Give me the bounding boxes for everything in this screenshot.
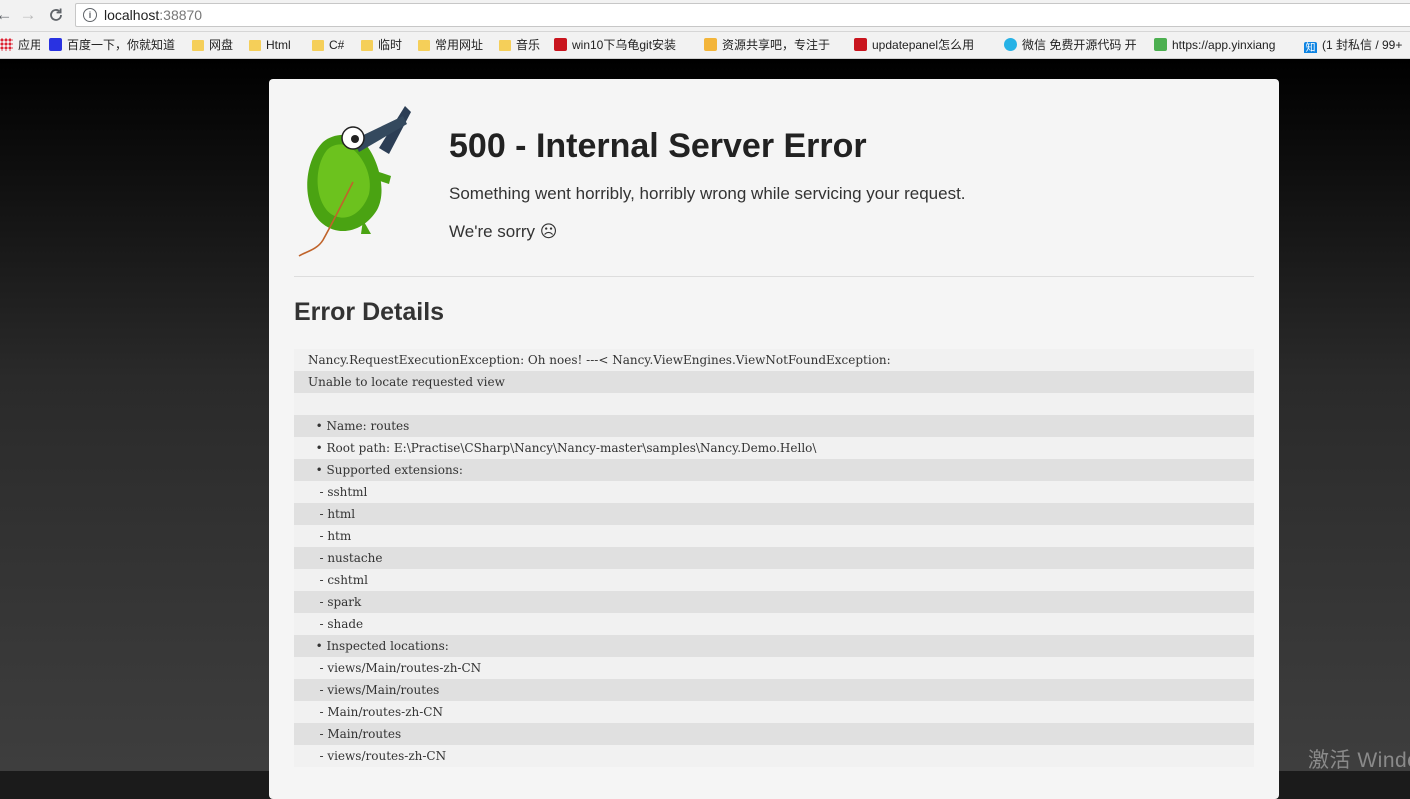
bookmark-item[interactable]: 临时	[361, 37, 402, 53]
bookmark-item[interactable]: 资源共享吧，专注于	[704, 37, 830, 53]
note-icon	[704, 38, 717, 51]
bookmark-item[interactable]: 百度一下，你就知道	[49, 37, 175, 53]
folder-icon	[312, 40, 324, 51]
bookmark-item[interactable]: 知 (1 封私信 / 99+	[1304, 37, 1402, 53]
bookmark-label: 微信 免费开源代码 开	[1022, 38, 1137, 52]
bookmark-label: 应用	[18, 38, 40, 52]
back-arrow-icon[interactable]: ←	[0, 3, 16, 27]
bookmark-item[interactable]: Html	[249, 37, 291, 53]
evernote-icon	[1154, 38, 1167, 51]
url-host: localhost	[104, 7, 160, 23]
bookmarks-bar: 应用 百度一下，你就知道 网盘 Html C# 临时 常用网址 音乐 win10下乌龟git安装…	[0, 32, 1410, 59]
bookmark-label: Html	[266, 38, 291, 52]
reload-icon[interactable]	[44, 3, 68, 27]
trace-line: - cshtml	[294, 569, 1254, 591]
trace-line: - sshtml	[294, 481, 1254, 503]
zhihu-icon: 知	[1304, 42, 1317, 53]
bookmark-label: C#	[329, 38, 345, 52]
baidu-paw-icon	[49, 38, 62, 51]
trace-line: Nancy.RequestExecutionException: Oh noes…	[294, 349, 1254, 371]
csdn-icon	[854, 38, 867, 51]
address-bar[interactable]: i localhost:38870	[75, 3, 1410, 27]
folder-icon	[249, 40, 261, 51]
forward-arrow-icon[interactable]: →	[16, 3, 40, 27]
windows-activation-watermark: 激活 Windo	[1308, 749, 1410, 772]
page-background: 500 - Internal Server Error Something we…	[0, 59, 1410, 799]
error-card: 500 - Internal Server Error Something we…	[269, 79, 1279, 799]
error-title: 500 - Internal Server Error	[449, 127, 867, 165]
trace-line: • Root path: E:\Practise\CSharp\Nancy\Na…	[294, 437, 1254, 459]
nancy-mascot-image	[298, 106, 411, 257]
bookmark-label: updatepanel怎么用	[872, 38, 975, 52]
bookmark-label: 音乐	[516, 38, 541, 52]
error-details-heading: Error Details	[294, 298, 445, 326]
trace-line: • Inspected locations:	[294, 635, 1254, 657]
trace-line: • Supported extensions:	[294, 459, 1254, 481]
folder-icon	[499, 40, 511, 51]
browser-toolbar: ← → i localhost:38870	[0, 0, 1410, 32]
trace-line: Unable to locate requested view	[294, 371, 1254, 393]
bookmark-item[interactable]: 常用网址	[418, 37, 483, 53]
bookmark-item[interactable]: 应用	[0, 37, 40, 53]
bookmark-label: 网盘	[209, 38, 234, 52]
bookmark-item[interactable]: updatepanel怎么用	[854, 37, 974, 53]
bookmark-item[interactable]: 微信 免费开源代码 开	[1004, 37, 1137, 53]
trace-line: - shade	[294, 613, 1254, 635]
trace-line: - views/Main/routes-zh-CN	[294, 657, 1254, 679]
trace-line: - htm	[294, 525, 1254, 547]
bookmark-label: 常用网址	[435, 38, 484, 52]
trace-line: - views/Main/routes	[294, 679, 1254, 701]
folder-icon	[418, 40, 430, 51]
error-trace: Nancy.RequestExecutionException: Oh noes…	[294, 349, 1254, 767]
bookmark-label: win10下乌龟git安装	[572, 38, 677, 52]
bookmark-item[interactable]: 音乐	[499, 37, 540, 53]
bookmark-item[interactable]: 网盘	[192, 37, 233, 53]
folder-icon	[192, 40, 204, 51]
apology-text: We're sorry ☹	[449, 222, 558, 241]
trace-line	[294, 393, 1254, 415]
apps-grid-icon	[0, 38, 13, 51]
bookmark-label: https://app.yinxiang	[1172, 38, 1276, 52]
csdn-icon	[554, 38, 567, 51]
bookmark-label: 资源共享吧，专注于	[722, 38, 831, 52]
bookmark-label: 临时	[378, 38, 403, 52]
trace-line: • Name: routes	[294, 415, 1254, 437]
trace-line: - Main/routes	[294, 723, 1254, 745]
bookmark-item[interactable]: C#	[312, 37, 344, 53]
info-icon[interactable]: i	[83, 8, 97, 22]
trace-line: - Main/routes-zh-CN	[294, 701, 1254, 723]
bookmark-item[interactable]: https://app.yinxiang	[1154, 37, 1275, 53]
trace-line: - html	[294, 503, 1254, 525]
cyan-logo-icon	[1004, 38, 1017, 51]
divider	[294, 276, 1254, 277]
trace-line: - nustache	[294, 547, 1254, 569]
url-text: localhost:38870	[104, 7, 202, 23]
bookmark-label: (1 封私信 / 99+	[1322, 38, 1403, 52]
error-message: Something went horribly, horribly wrong …	[449, 184, 966, 203]
bookmark-label: 百度一下，你就知道	[67, 38, 176, 52]
trace-line: - views/routes-zh-CN	[294, 745, 1254, 767]
folder-icon	[361, 40, 373, 51]
trace-line: - spark	[294, 591, 1254, 613]
url-port: :38870	[159, 7, 203, 23]
bookmark-item[interactable]: win10下乌龟git安装	[554, 37, 676, 53]
